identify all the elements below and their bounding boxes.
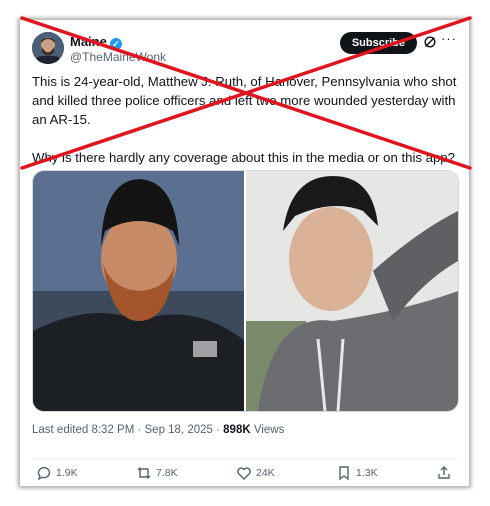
post-card: Maine ✓ @TheMaineWonk Subscribe ··· This … [20,20,469,486]
reply-icon [37,466,51,481]
repost-icon [137,467,151,479]
post-text: This is 24-year-old, Matthew J. Ruth, of… [32,72,457,167]
author-name[interactable]: Maine ✓ [70,34,122,50]
share-icon [438,466,450,479]
photo-left[interactable] [33,171,245,411]
photo-right[interactable] [246,171,458,411]
repost-count: 7.8K [156,467,178,479]
like-button[interactable]: 24K [236,465,275,481]
subscribe-button[interactable]: Subscribe [339,32,417,54]
like-count: 24K [256,467,275,479]
post-meta: Last edited 8:32 PM · Sep 18, 2025 · 898… [32,424,284,436]
avatar[interactable] [32,32,64,64]
more-icon[interactable]: ··· [441,31,457,46]
repost-button[interactable]: 7.8K [136,465,178,481]
views-count: 898K [223,424,251,436]
bookmark-count: 1.3K [356,467,378,479]
grok-icon[interactable] [423,35,437,49]
reply-button[interactable]: 1.9K [36,465,78,481]
post-header: Maine ✓ @TheMaineWonk Subscribe ··· [32,31,457,72]
action-bar: 1.9K 7.8K 24K 1.3K [32,458,457,485]
author-handle[interactable]: @TheMaineWonk [70,50,166,64]
timestamp[interactable]: Last edited 8:32 PM · Sep 18, 2025 · [32,424,223,436]
share-button[interactable] [436,465,452,481]
post-text-paragraph-2: Why is there hardly any coverage about t… [32,150,455,165]
bookmark-button[interactable]: 1.3K [336,465,378,481]
like-icon [237,467,251,480]
verified-icon: ✓ [109,38,122,50]
post-media[interactable] [32,170,459,412]
views-label: Views [250,424,285,436]
post-text-paragraph-1: This is 24-year-old, Matthew J. Ruth, of… [32,74,457,127]
reply-count: 1.9K [56,467,78,479]
bookmark-icon [339,466,349,481]
